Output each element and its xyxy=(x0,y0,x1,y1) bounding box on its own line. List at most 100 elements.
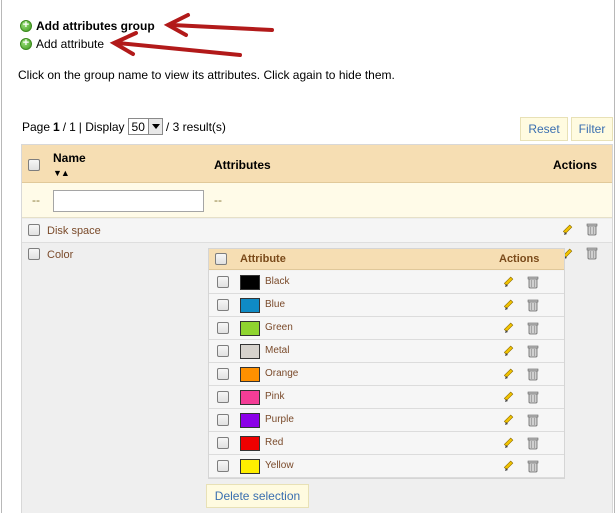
result-count: / 3 result(s) xyxy=(165,119,226,134)
group-name[interactable]: Color xyxy=(47,249,73,261)
delete-icon[interactable] xyxy=(526,436,540,450)
pagination: Page 1 / 1 | Display 50 / 3 result(s) xyxy=(22,118,226,135)
reset-button[interactable]: Reset xyxy=(520,117,568,141)
attribute-checkbox[interactable] xyxy=(217,276,229,288)
color-attributes-table: Attribute Actions Black Blue Green Metal Ora… xyxy=(208,248,565,479)
attribute-row[interactable]: Black xyxy=(209,271,564,294)
page-separator: / xyxy=(62,119,67,134)
color-swatch xyxy=(240,436,260,451)
attribute-row[interactable]: Blue xyxy=(209,294,564,317)
row-checkbox[interactable] xyxy=(28,224,40,236)
delete-icon[interactable] xyxy=(526,390,540,404)
edit-icon[interactable] xyxy=(503,298,517,312)
attribute-row[interactable]: Pink xyxy=(209,386,564,409)
attributes-table-header: Attribute Actions xyxy=(209,249,564,270)
color-swatch xyxy=(240,321,260,336)
attribute-row[interactable]: Green xyxy=(209,317,564,340)
attribute-name[interactable]: Red xyxy=(265,437,283,448)
delete-icon[interactable] xyxy=(585,222,599,236)
color-swatch xyxy=(240,413,260,428)
sort-asc-icon[interactable]: ▲ xyxy=(61,168,70,178)
delete-icon[interactable] xyxy=(526,275,540,289)
name-filter-input[interactable] xyxy=(53,190,204,212)
edit-icon[interactable] xyxy=(503,367,517,381)
attribute-checkbox[interactable] xyxy=(217,322,229,334)
edit-icon[interactable] xyxy=(503,321,517,335)
attribute-name[interactable]: Blue xyxy=(265,299,285,310)
filter-button[interactable]: Filter xyxy=(571,117,613,141)
attribute-checkbox[interactable] xyxy=(217,391,229,403)
attribute-row[interactable]: Red xyxy=(209,432,564,455)
delete-icon[interactable] xyxy=(526,367,540,381)
table-row[interactable]: Disk space xyxy=(22,219,612,243)
color-swatch xyxy=(240,344,260,359)
color-swatch xyxy=(240,298,260,313)
attribute-name[interactable]: Metal xyxy=(265,345,289,356)
sort-desc-icon[interactable]: ▼ xyxy=(53,168,62,178)
attribute-checkbox[interactable] xyxy=(217,299,229,311)
edit-icon[interactable] xyxy=(503,436,517,450)
table-row[interactable]: Color Attribute Actions Black Blue Green Me… xyxy=(22,243,612,513)
attribute-row[interactable]: Purple xyxy=(209,409,564,432)
delete-icon[interactable] xyxy=(526,413,540,427)
add-attribute-link[interactable]: + Add attribute xyxy=(20,37,104,51)
delete-selection-button[interactable]: Delete selection xyxy=(206,484,309,508)
delete-icon[interactable] xyxy=(526,298,540,312)
per-page-select[interactable]: 50 xyxy=(127,118,163,135)
row-checkbox[interactable] xyxy=(28,248,40,260)
attribute-checkbox[interactable] xyxy=(217,437,229,449)
page-label: Page xyxy=(22,119,51,134)
attribute-name[interactable]: Green xyxy=(265,322,293,333)
display-label: | Display xyxy=(78,119,125,134)
edit-icon[interactable] xyxy=(562,223,576,237)
current-page: 1 xyxy=(53,119,60,134)
add-attributes-group-label: Add attributes group xyxy=(36,19,155,33)
table-header: Name ▼▲ Attributes Actions xyxy=(22,145,612,183)
per-page-value: 50 xyxy=(131,119,145,134)
edit-icon[interactable] xyxy=(503,275,517,289)
actions-header: Actions xyxy=(553,158,598,172)
arrow-to-add-attribute xyxy=(109,31,242,57)
attribute-checkbox[interactable] xyxy=(217,414,229,426)
filter-dash: -- xyxy=(214,193,222,207)
color-swatch xyxy=(240,275,260,290)
add-attribute-label: Add attribute xyxy=(36,37,105,51)
attribute-name[interactable]: Pink xyxy=(265,391,284,402)
arrow-to-add-group xyxy=(163,13,274,37)
total-pages: 1 xyxy=(69,119,76,134)
edit-icon[interactable] xyxy=(503,390,517,404)
sort-arrows: ▼▲ xyxy=(53,168,70,178)
filter-row: -- -- xyxy=(22,183,612,218)
attribute-checkbox[interactable] xyxy=(217,368,229,380)
attribute-header: Attribute xyxy=(240,253,286,265)
attribute-name[interactable]: Purple xyxy=(265,414,294,425)
add-circle-icon: + xyxy=(20,38,32,50)
name-header: Name xyxy=(53,151,86,165)
color-swatch xyxy=(240,367,260,382)
attribute-name[interactable]: Yellow xyxy=(265,460,294,471)
attribute-checkbox[interactable] xyxy=(217,460,229,472)
add-circle-icon: + xyxy=(20,20,32,32)
edit-icon[interactable] xyxy=(503,413,517,427)
select-all-checkbox[interactable] xyxy=(28,159,40,171)
attribute-row[interactable]: Yellow xyxy=(209,455,564,478)
delete-icon[interactable] xyxy=(585,246,599,260)
delete-icon[interactable] xyxy=(526,321,540,335)
delete-icon[interactable] xyxy=(526,459,540,473)
select-all-attributes-checkbox[interactable] xyxy=(215,253,227,265)
attribute-row[interactable]: Orange xyxy=(209,363,564,386)
chevron-down-icon[interactable] xyxy=(147,119,162,134)
attribute-groups-table: Name ▼▲ Attributes Actions -- -- Disk sp… xyxy=(21,144,613,513)
attribute-name[interactable]: Black xyxy=(265,276,289,287)
attributes-header: Attributes xyxy=(214,158,271,172)
edit-icon[interactable] xyxy=(503,459,517,473)
attribute-actions-header: Actions xyxy=(499,253,540,265)
edit-icon[interactable] xyxy=(503,344,517,358)
attribute-row[interactable]: Metal xyxy=(209,340,564,363)
add-attributes-group-link[interactable]: + Add attributes group xyxy=(20,19,155,33)
delete-icon[interactable] xyxy=(526,344,540,358)
attribute-checkbox[interactable] xyxy=(217,345,229,357)
filter-dash: -- xyxy=(32,193,40,207)
attribute-name[interactable]: Orange xyxy=(265,368,298,379)
group-name[interactable]: Disk space xyxy=(47,225,101,237)
